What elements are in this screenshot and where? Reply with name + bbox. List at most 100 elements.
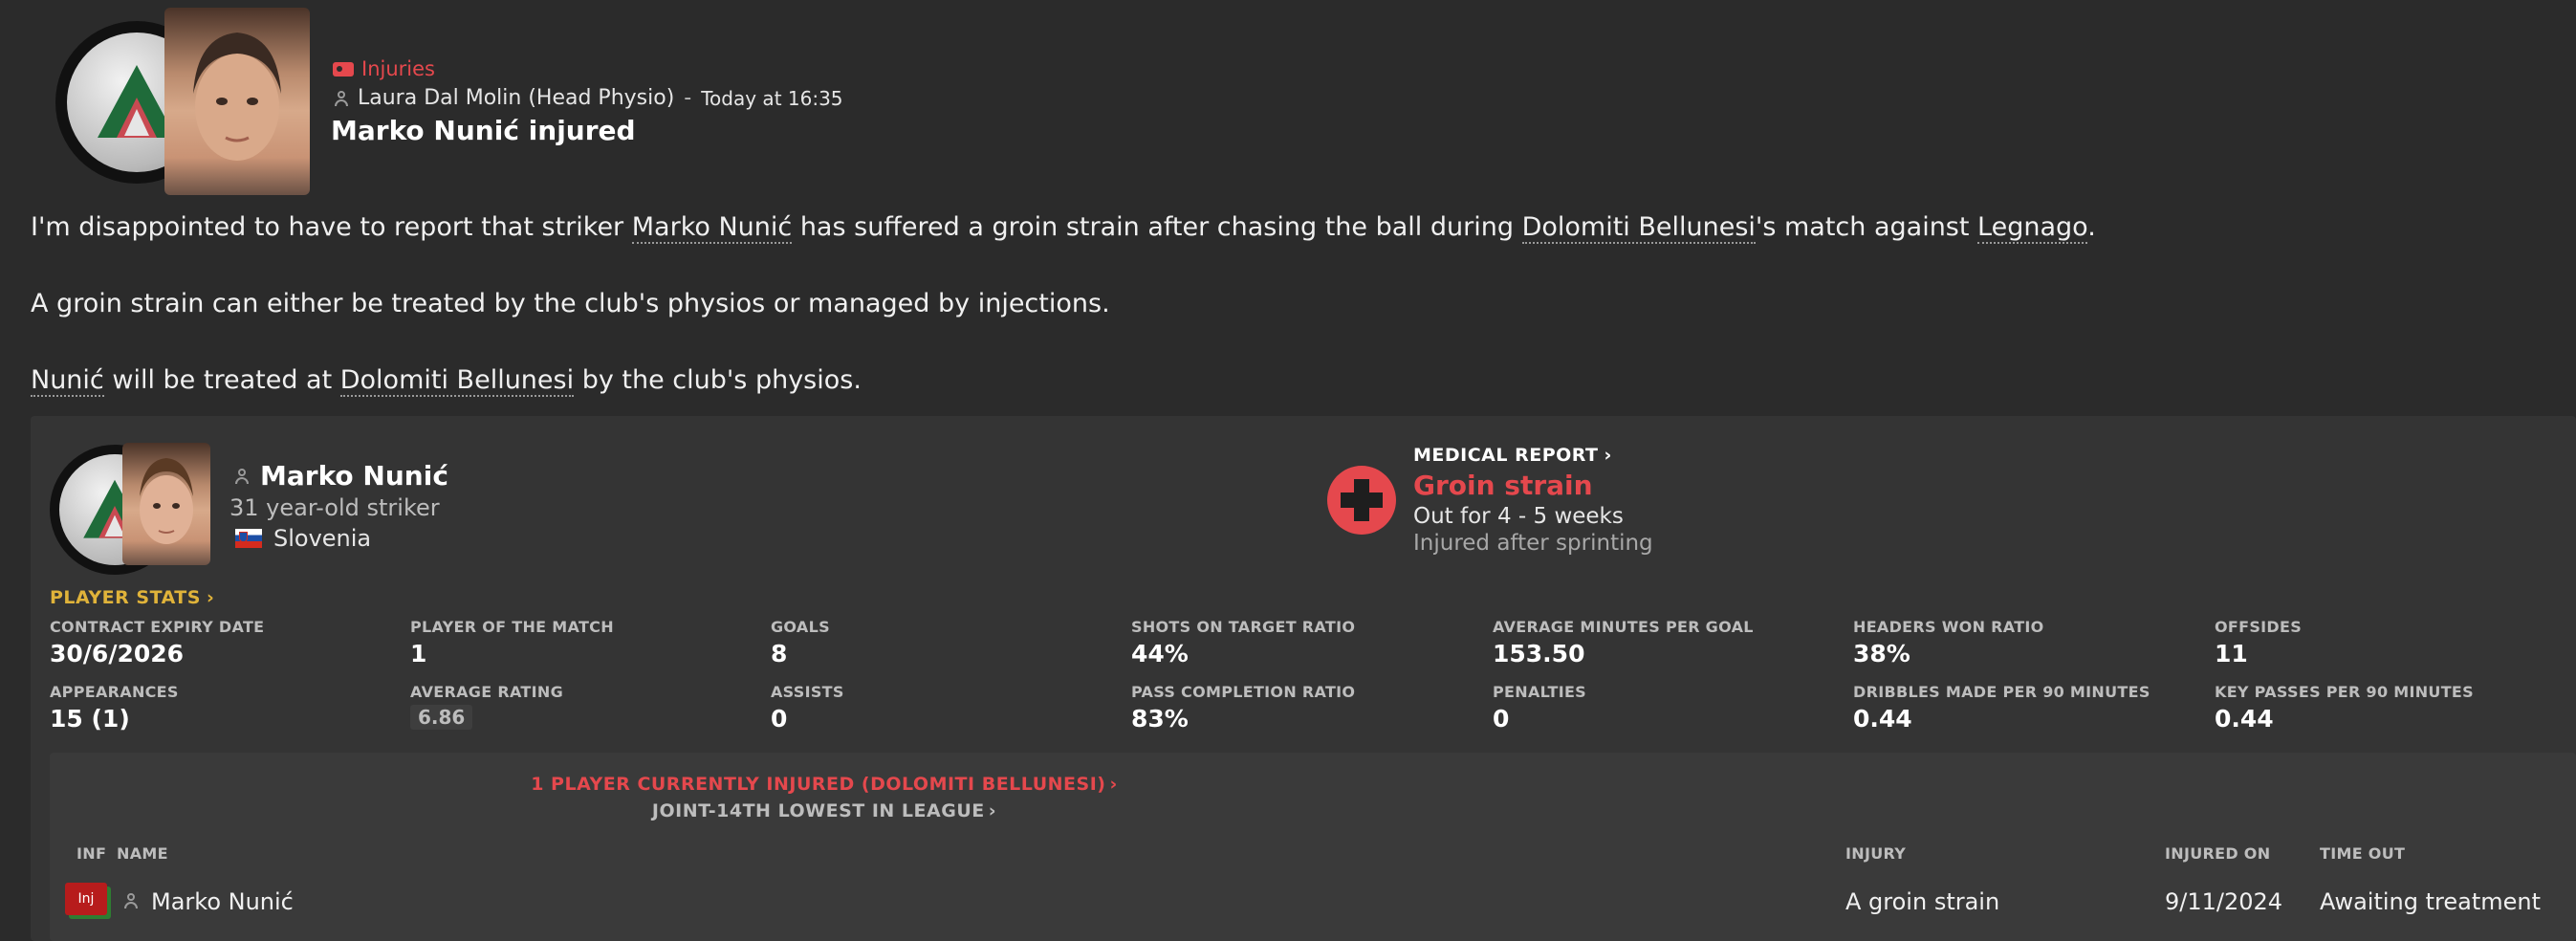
news-category[interactable]: Injuries: [333, 57, 435, 80]
paragraph-text: will be treated at: [103, 365, 340, 395]
stat-value: 0.44: [2215, 705, 2274, 733]
injury-name: Groin strain: [1413, 470, 1593, 501]
stat-assists: ASSISTS 0: [771, 683, 844, 733]
person-icon: [124, 893, 138, 908]
medical-cross-icon: [1327, 466, 1396, 535]
byline-separator: -: [684, 86, 692, 110]
player-stats-heading: PLAYER STATS: [50, 587, 201, 608]
stat-value: 44%: [1131, 640, 1189, 667]
injury-table-panel: 1 PLAYER CURRENTLY INJURED (DOLOMITI BEL…: [50, 753, 2576, 941]
news-timestamp: Today at 16:35: [701, 86, 843, 110]
player-link[interactable]: Marko Nunić: [631, 212, 793, 244]
stat-value: 8: [771, 640, 788, 667]
chevron-right-icon: ›: [988, 800, 997, 821]
stat-value: 30/6/2026: [50, 640, 185, 667]
stat-value: 0: [771, 705, 788, 733]
paragraph-text: I'm disappointed to have to report that …: [31, 212, 632, 242]
row-player-name[interactable]: Marko Nunić: [151, 888, 294, 915]
news-title: Marko Nunić injured: [331, 115, 636, 146]
stat-value: 38%: [1853, 640, 1910, 667]
stat-label: APPEARANCES: [50, 683, 179, 701]
paragraph-text: has suffered a groin strain after chasin…: [792, 212, 1522, 242]
column-header-injured-on[interactable]: INJURED ON: [2165, 844, 2270, 863]
person-icon: [235, 468, 249, 484]
nationality-label: Slovenia: [273, 525, 372, 552]
player-photo[interactable]: [122, 443, 210, 565]
stat-dribbles-per-90: DRIBBLES MADE PER 90 MINUTES 0.44: [1853, 683, 2150, 733]
news-header: Injuries Laura Dal Molin (Head Physio) -…: [0, 0, 2576, 201]
medical-report-link[interactable]: MEDICAL REPORT ›: [1413, 445, 1612, 466]
row-time-out: Awaiting treatment: [2320, 888, 2541, 915]
stat-pass-completion: PASS COMPLETION RATIO 83%: [1131, 683, 1355, 733]
opponent-link[interactable]: Legnago: [1977, 212, 2088, 244]
stat-label: PLAYER OF THE MATCH: [410, 618, 614, 636]
stat-player-of-match: PLAYER OF THE MATCH 1: [410, 618, 614, 667]
table-row[interactable]: Inj Marko Nunić A groin strain 9/11/2024…: [50, 873, 2576, 930]
paragraph-text: .: [2087, 212, 2096, 242]
player-description: 31 year-old striker: [229, 494, 440, 521]
news-category-label: Injuries: [361, 57, 435, 80]
news-paragraph-2: A groin strain can either be treated by …: [31, 289, 1110, 318]
chevron-right-icon: ›: [206, 587, 215, 608]
stat-offsides: OFFSIDES 11: [2215, 618, 2302, 667]
stat-value: 1: [410, 640, 427, 667]
staff-photo: [164, 8, 310, 195]
stat-label: SHOTS ON TARGET RATIO: [1131, 618, 1356, 636]
author-name[interactable]: Laura Dal Molin (Head Physio): [358, 86, 674, 110]
chevron-right-icon: ›: [1604, 445, 1612, 466]
stat-appearances: APPEARANCES 15 (1): [50, 683, 179, 733]
stat-key-passes-per-90: KEY PASSES PER 90 MINUTES 0.44: [2215, 683, 2474, 733]
stat-value: 0: [1493, 705, 1510, 733]
news-byline: Laura Dal Molin (Head Physio) - Today at…: [335, 86, 843, 110]
stat-label: PENALTIES: [1493, 683, 1586, 701]
column-header-inf[interactable]: INF: [76, 844, 106, 863]
league-rank-text: JOINT-14TH LOWEST IN LEAGUE: [651, 800, 985, 821]
stat-value: 153.50: [1493, 640, 1585, 667]
player-card: Marko Nunić 31 year-old striker Slovenia…: [31, 416, 2576, 941]
stat-value: 83%: [1131, 705, 1189, 733]
league-rank-link[interactable]: JOINT-14TH LOWEST IN LEAGUE ›: [50, 800, 1599, 821]
column-header-name[interactable]: NAME: [117, 844, 168, 863]
player-name[interactable]: Marko Nunić: [260, 460, 448, 492]
stat-shots-on-target: SHOTS ON TARGET RATIO 44%: [1131, 618, 1355, 667]
player-stats-link[interactable]: PLAYER STATS ›: [50, 587, 214, 608]
news-paragraph-1: I'm disappointed to have to report that …: [31, 212, 2096, 244]
column-header-injury[interactable]: INJURY: [1845, 844, 1906, 863]
tag-icon: [333, 61, 354, 77]
person-icon: [335, 90, 348, 106]
row-injury: A groin strain: [1845, 888, 2000, 915]
column-header-time-out[interactable]: TIME OUT: [2320, 844, 2405, 863]
stat-label: HEADERS WON RATIO: [1853, 618, 2044, 636]
stat-label: PASS COMPLETION RATIO: [1131, 683, 1356, 701]
row-injured-on: 9/11/2024: [2165, 888, 2283, 915]
stat-value: 0.44: [1853, 705, 1912, 733]
slovenia-flag-icon: [235, 529, 262, 548]
stat-value: 11: [2215, 640, 2248, 667]
stat-label: AVERAGE RATING: [410, 683, 563, 701]
medical-report-heading: MEDICAL REPORT: [1413, 445, 1599, 466]
injury-cause: Injured after sprinting: [1413, 531, 1653, 556]
stat-avg-minutes-per-goal: AVERAGE MINUTES PER GOAL 153.50: [1493, 618, 1754, 667]
club-link[interactable]: Dolomiti Bellunesi: [339, 365, 575, 397]
player-nationality[interactable]: Slovenia: [235, 525, 371, 552]
stat-label: AVERAGE MINUTES PER GOAL: [1493, 618, 1754, 636]
stat-penalties: PENALTIES 0: [1493, 683, 1586, 733]
stat-average-rating: AVERAGE RATING 6.86: [410, 683, 563, 730]
stat-headers-won: HEADERS WON RATIO 38%: [1853, 618, 2044, 667]
player-name-row: Marko Nunić: [235, 460, 448, 492]
injured-players-link[interactable]: 1 PLAYER CURRENTLY INJURED (DOLOMITI BEL…: [50, 774, 1599, 795]
stat-label: OFFSIDES: [2215, 618, 2303, 636]
stat-label: CONTRACT EXPIRY DATE: [50, 618, 265, 636]
injury-status-badge: Inj: [65, 883, 107, 915]
stat-goals: GOALS 8: [771, 618, 830, 667]
stat-label: DRIBBLES MADE PER 90 MINUTES: [1853, 683, 2150, 701]
stat-label: ASSISTS: [771, 683, 844, 701]
paragraph-text: 's match against: [1755, 212, 1978, 242]
news-paragraph-3: Nunić will be treated at Dolomiti Bellun…: [31, 365, 862, 397]
stat-value: 15 (1): [50, 705, 130, 733]
club-link[interactable]: Dolomiti Bellunesi: [1521, 212, 1756, 244]
stat-label: KEY PASSES PER 90 MINUTES: [2215, 683, 2474, 701]
stat-label: GOALS: [771, 618, 830, 636]
injury-duration: Out for 4 - 5 weeks: [1413, 504, 1624, 529]
player-link[interactable]: Nunić: [31, 365, 104, 397]
